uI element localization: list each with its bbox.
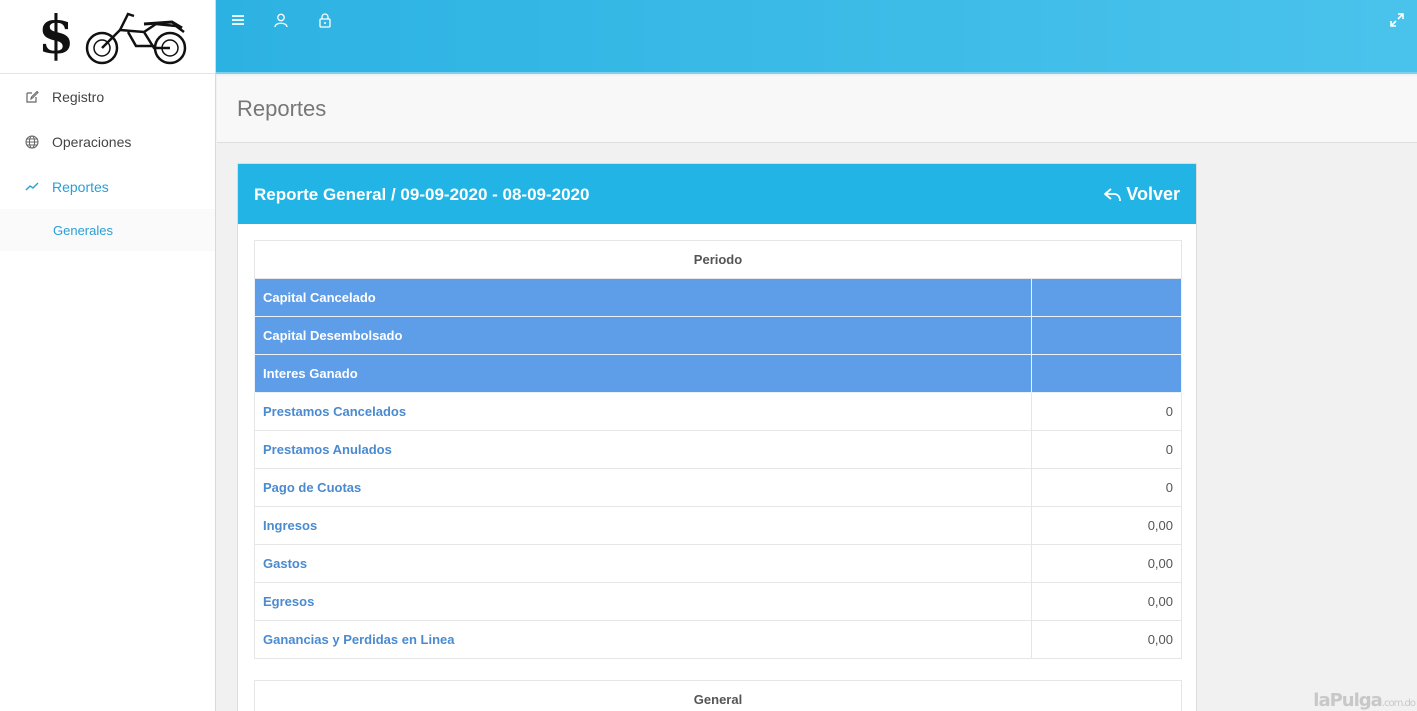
row-value <box>1031 354 1182 393</box>
sidebar-item-label: Reportes <box>52 178 109 195</box>
table-row: Ganancias y Perdidas en Linea 0,00 <box>254 620 1182 659</box>
page-title: Reportes <box>237 96 327 121</box>
row-value <box>1031 316 1182 355</box>
table-row: Egresos 0,00 <box>254 582 1182 621</box>
user-icon[interactable] <box>273 12 289 28</box>
table-row: Prestamos Anulados 0 <box>254 430 1182 469</box>
row-value <box>1031 278 1182 317</box>
lock-icon[interactable] <box>317 12 333 28</box>
sidebar: $ Registro Operaciones Reportes Generale… <box>0 0 216 711</box>
row-label: Capital Desembolsado <box>254 316 1032 355</box>
row-label: Pago de Cuotas <box>254 468 1032 507</box>
panel-title: Reporte General / 09-09-2020 - 08-09-202… <box>254 185 590 204</box>
table-row: Gastos 0,00 <box>254 544 1182 583</box>
row-value: 0 <box>1031 468 1182 507</box>
row-value: 0,00 <box>1031 506 1182 545</box>
logo[interactable]: $ <box>0 0 215 74</box>
page-header: Reportes <box>217 76 1417 143</box>
watermark: laPulga.com.do <box>1313 690 1416 711</box>
trend-icon <box>24 179 40 195</box>
row-value: 0 <box>1031 430 1182 469</box>
table-row: Pago de Cuotas 0 <box>254 468 1182 507</box>
row-label: Interes Ganado <box>254 354 1032 393</box>
table-row: Capital Desembolsado <box>254 316 1182 355</box>
top-navbar <box>216 0 1417 74</box>
sidebar-item-operaciones[interactable]: Operaciones <box>0 119 215 164</box>
table-header: Periodo <box>254 240 1182 279</box>
watermark-domain: .com.do <box>1381 698 1416 709</box>
row-value: 0,00 <box>1031 544 1182 583</box>
row-value: 0,00 <box>1031 620 1182 659</box>
row-label: Gastos <box>254 544 1032 583</box>
table-row: Prestamos Cancelados 0 <box>254 392 1182 431</box>
table-row: Capital Cancelado <box>254 278 1182 317</box>
row-label: Prestamos Anulados <box>254 430 1032 469</box>
back-button[interactable]: Volver <box>1103 184 1180 205</box>
sidebar-item-registro[interactable]: Registro <box>0 74 215 119</box>
table-row: Ingresos 0,00 <box>254 506 1182 545</box>
edit-icon <box>24 89 40 105</box>
table-header-row: Periodo <box>254 240 1182 279</box>
reply-icon <box>1104 187 1122 201</box>
row-label: Ingresos <box>254 506 1032 545</box>
dollar-logo: $ <box>38 5 75 66</box>
sidebar-subitem-generales[interactable]: Generales <box>53 223 113 238</box>
watermark-brand: laPulga <box>1313 690 1383 711</box>
row-value: 0,00 <box>1031 582 1182 621</box>
sidebar-item-label: Operaciones <box>52 133 132 150</box>
sidebar-submenu: Generales <box>0 209 215 251</box>
report-table: Periodo Capital Cancelado Capital Desemb… <box>254 240 1182 659</box>
sidebar-item-label: Registro <box>52 88 105 105</box>
back-button-label: Volver <box>1126 184 1180 204</box>
row-label: Prestamos Cancelados <box>254 392 1032 431</box>
row-label: Egresos <box>254 582 1032 621</box>
motorcycle-icon <box>85 12 187 65</box>
report-panel: Reporte General / 09-09-2020 - 08-09-202… <box>237 163 1197 711</box>
row-label: Ganancias y Perdidas en Linea <box>254 620 1032 659</box>
table-header-row: General <box>254 680 1182 711</box>
menu-icon[interactable] <box>230 12 246 28</box>
sidebar-item-reportes[interactable]: Reportes <box>0 164 215 209</box>
expand-icon[interactable] <box>1389 12 1405 28</box>
row-value: 0 <box>1031 392 1182 431</box>
globe-icon <box>24 134 40 150</box>
panel-header: Reporte General / 09-09-2020 - 08-09-202… <box>238 164 1196 224</box>
table-header: General <box>254 680 1182 711</box>
general-table: General <box>254 680 1182 711</box>
row-label: Capital Cancelado <box>254 278 1032 317</box>
table-row: Interes Ganado <box>254 354 1182 393</box>
